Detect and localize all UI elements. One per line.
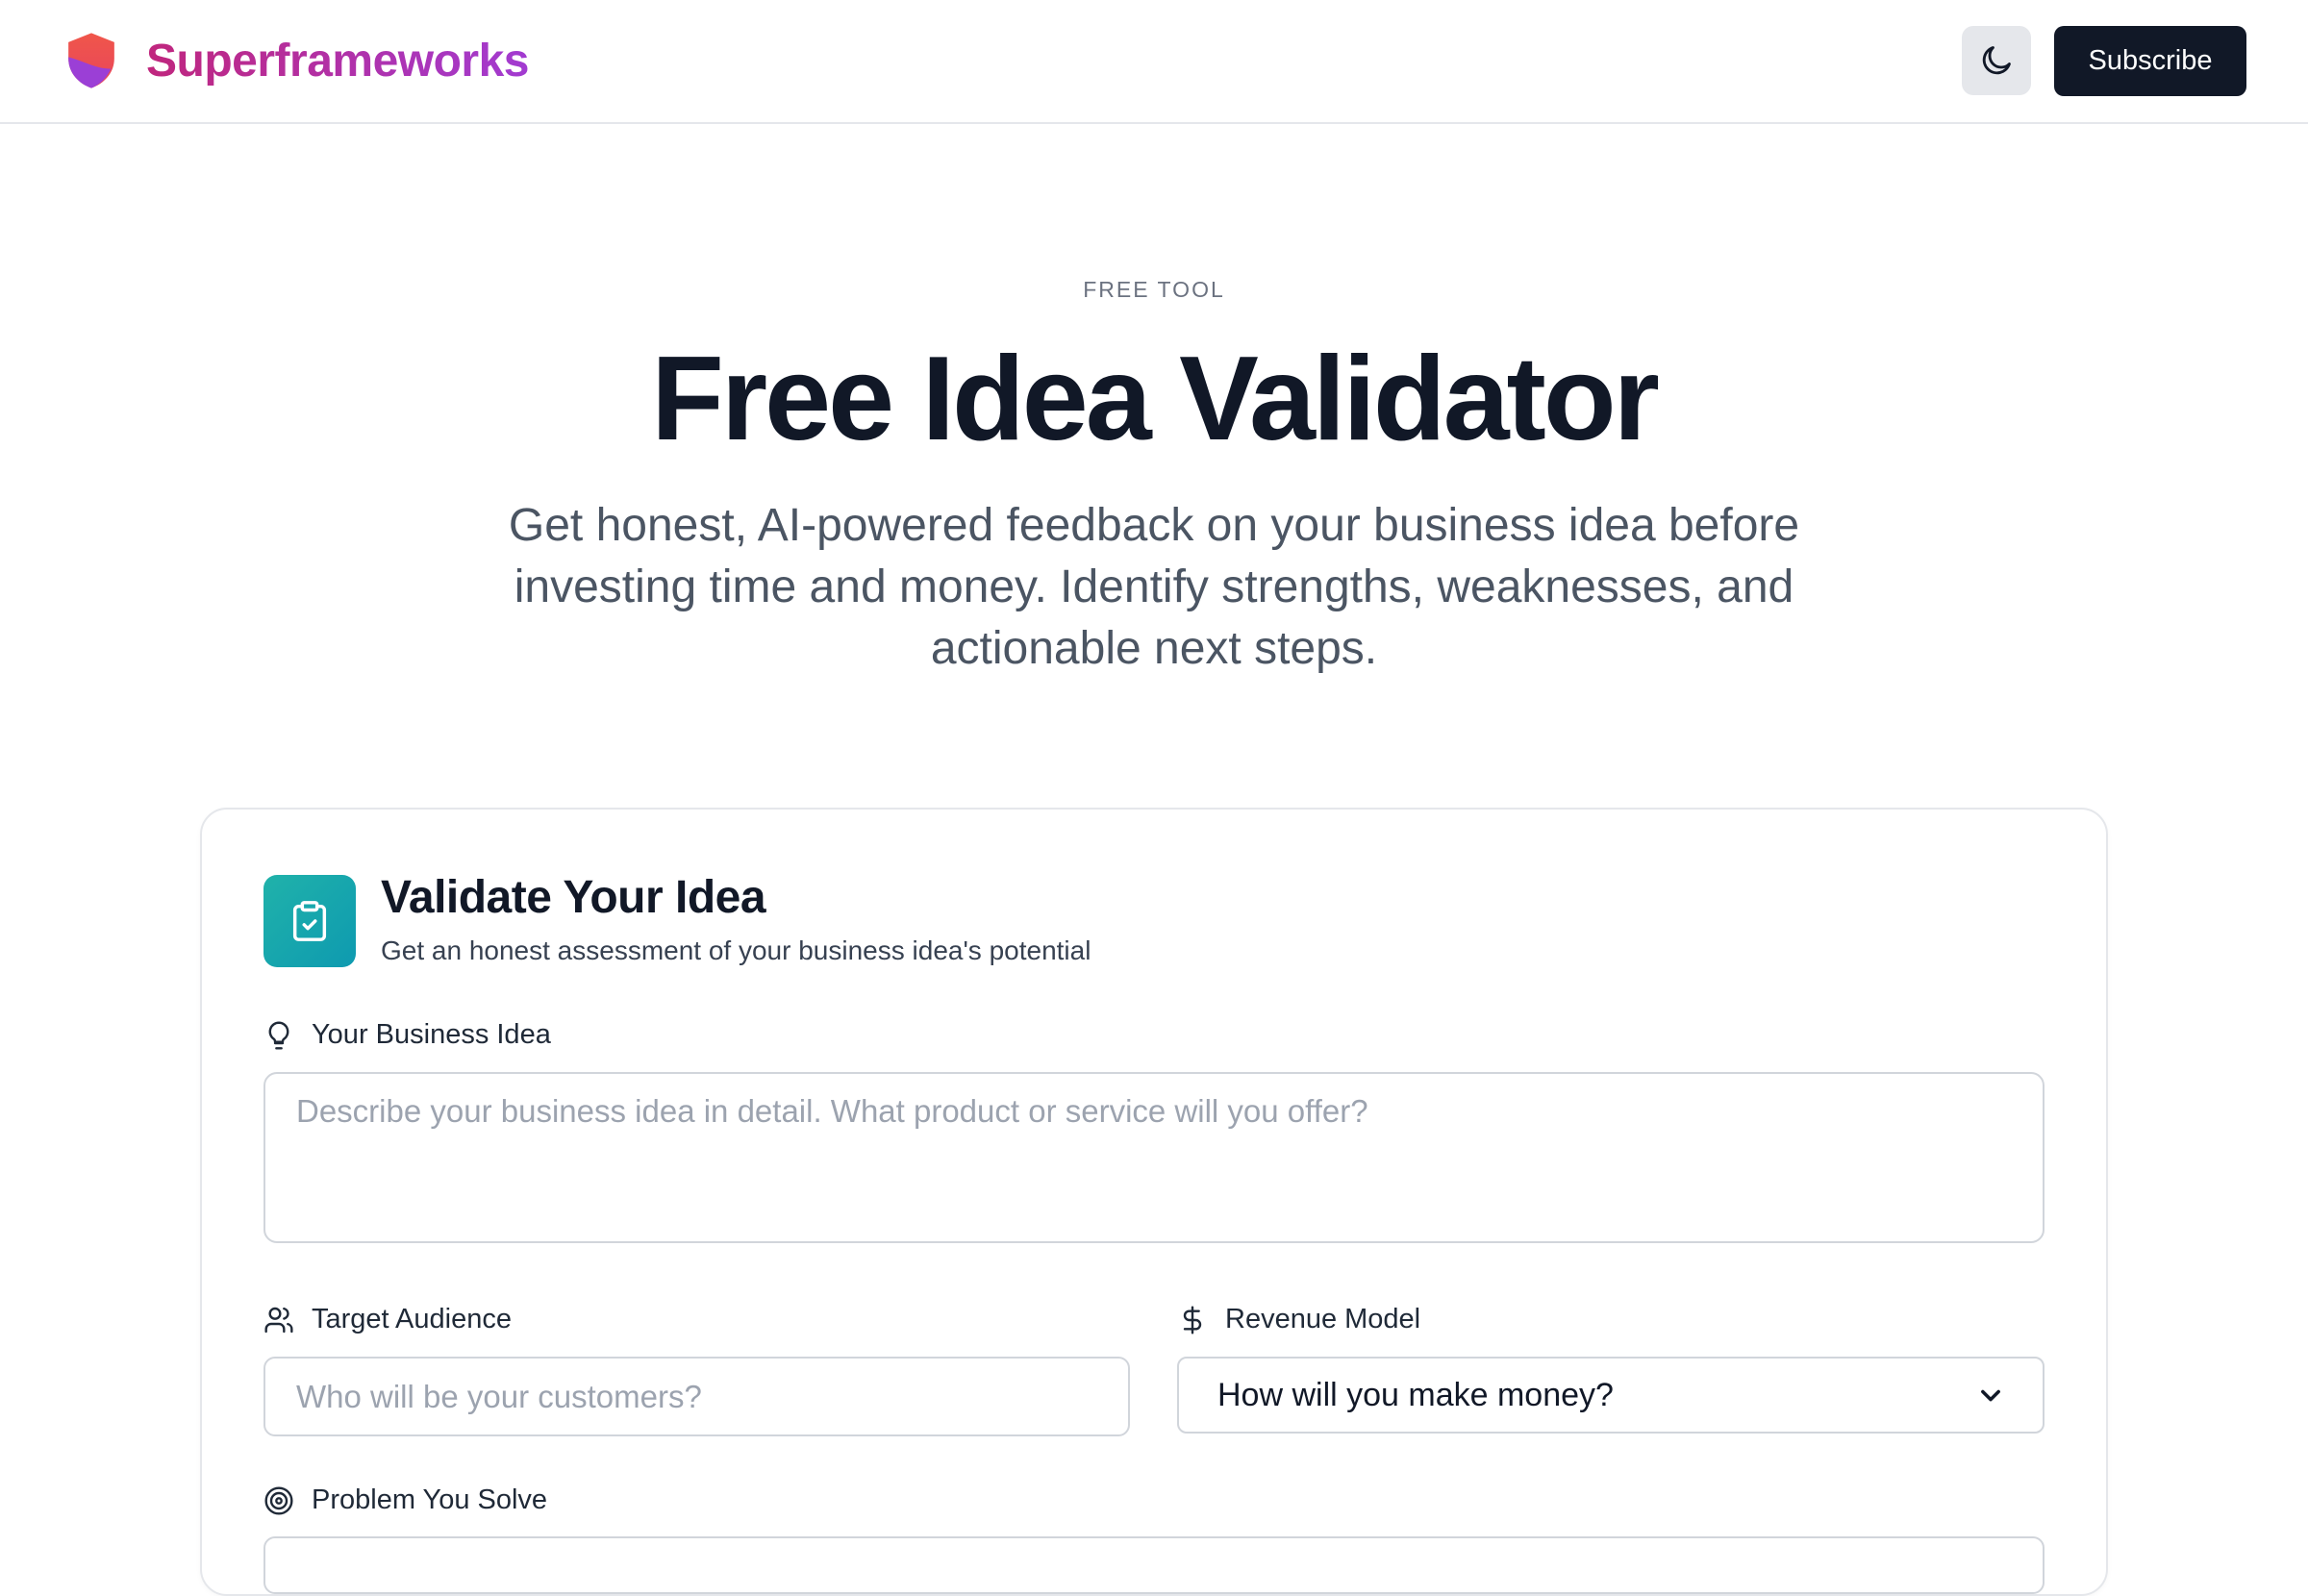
target-audience-input[interactable] — [263, 1357, 1130, 1436]
revenue-label-text: Revenue Model — [1225, 1304, 1421, 1334]
page-title: Free Idea Validator — [651, 333, 1660, 465]
users-icon — [264, 1307, 293, 1333]
target-icon — [264, 1485, 293, 1515]
audience-label-text: Target Audience — [312, 1304, 512, 1334]
brand-name: Superframeworks — [146, 35, 530, 87]
audience-label: Target Audience — [263, 1304, 512, 1335]
dollar-icon — [1183, 1305, 1202, 1334]
problem-label-text: Problem You Solve — [312, 1484, 548, 1515]
card-title: Validate Your Idea — [381, 872, 766, 923]
business-idea-textarea[interactable] — [263, 1072, 2045, 1243]
lightbulb-icon — [268, 1020, 289, 1050]
shield-logo-icon — [68, 33, 114, 88]
chevron-down-icon — [1981, 1389, 2000, 1402]
clipboard-check-icon — [292, 901, 327, 941]
idea-label: Your Business Idea — [263, 1019, 551, 1051]
eyebrow-label: FREE TOOL — [1083, 277, 1225, 302]
revenue-model-selected: How will you make money? — [1217, 1376, 1614, 1413]
revenue-label: Revenue Model — [1177, 1304, 1420, 1335]
subscribe-button[interactable]: Subscribe — [2054, 26, 2246, 96]
card-subtitle: Get an honest assessment of your busines… — [381, 935, 1091, 965]
card-icon-badge — [263, 875, 356, 967]
idea-label-text: Your Business Idea — [312, 1019, 551, 1050]
page-subtitle: Get honest, AI-powered feedback on your … — [508, 500, 1800, 674]
problem-input[interactable] — [263, 1536, 2045, 1594]
validator-card: Validate Your Idea Get an honest assessm… — [200, 808, 2108, 1596]
site-header: Superframeworks Subscribe — [0, 0, 2308, 124]
theme-toggle-button[interactable] — [1962, 26, 2031, 95]
brand-logo[interactable]: Superframeworks — [63, 31, 530, 90]
moon-icon — [1982, 46, 2011, 75]
revenue-model-select[interactable]: How will you make money? — [1177, 1357, 2045, 1434]
problem-label: Problem You Solve — [263, 1484, 547, 1516]
